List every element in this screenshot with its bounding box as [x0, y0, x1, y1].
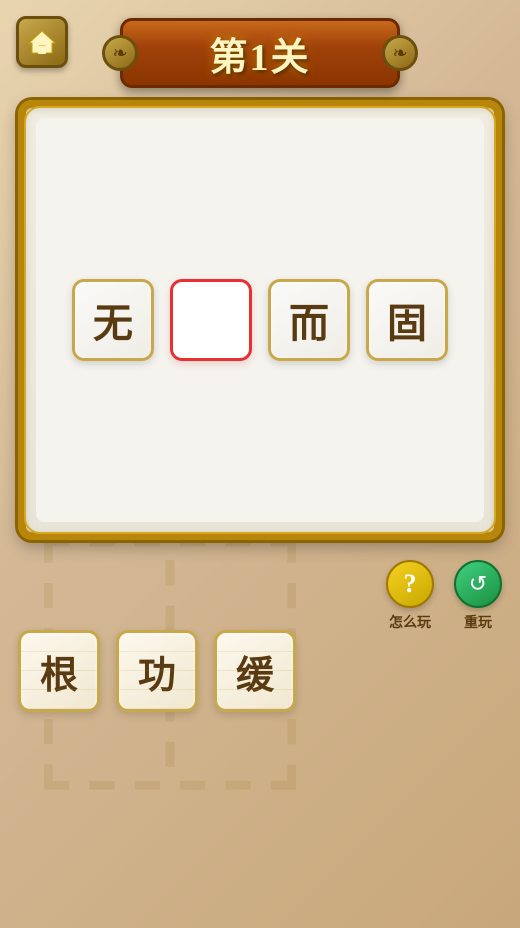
help-label: 怎么玩	[389, 612, 431, 632]
word-tiles-row: 无 而 固	[72, 279, 448, 361]
replay-icon: ↺	[454, 560, 502, 608]
replay-button[interactable]: ↺ 重玩	[454, 560, 502, 632]
home-button[interactable]	[16, 16, 68, 68]
answer-tile-0[interactable]: 根	[18, 630, 100, 712]
answer-tiles-row: 根 功 缓	[18, 630, 296, 712]
home-icon	[27, 27, 57, 57]
banner-ornament-right: ❧	[382, 35, 418, 71]
board-inner: 无 而 固	[36, 118, 484, 522]
replay-label: 重玩	[464, 612, 492, 632]
title-banner: ❧ ❧ 第1关	[120, 18, 400, 88]
word-tile-1-empty[interactable]	[170, 279, 252, 361]
word-tile-3[interactable]: 固	[366, 279, 448, 361]
game-board: 无 而 固	[18, 100, 502, 540]
word-tile-0[interactable]: 无	[72, 279, 154, 361]
controls-row: ? 怎么玩 ↺ 重玩	[386, 560, 502, 632]
banner-ornament-left: ❧	[102, 35, 138, 71]
level-title: 第1关	[209, 26, 310, 81]
help-button[interactable]: ? 怎么玩	[386, 560, 434, 632]
answer-tile-1[interactable]: 功	[116, 630, 198, 712]
answer-tile-2[interactable]: 缓	[214, 630, 296, 712]
word-tile-2[interactable]: 而	[268, 279, 350, 361]
help-icon: ?	[386, 560, 434, 608]
